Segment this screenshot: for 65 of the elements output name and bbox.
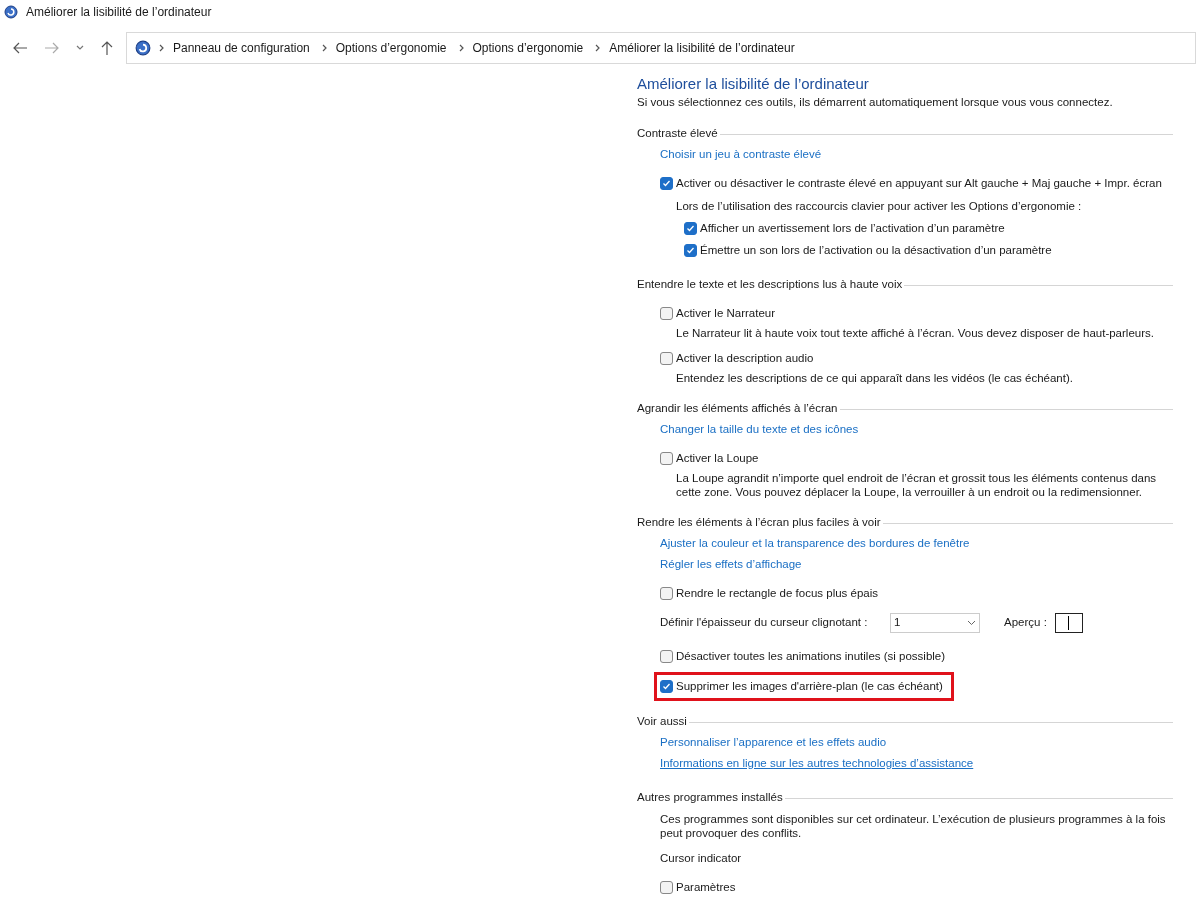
section-heading: Entendre le texte et les descriptions lus à haute voix — [637, 277, 903, 293]
chevron-right-icon — [458, 44, 465, 52]
forward-arrow-icon[interactable] — [44, 41, 60, 55]
chevron-right-icon — [159, 44, 165, 52]
section-heading: Agrandir les éléments affichés à l’écran — [637, 401, 838, 417]
description-text: Le Narrateur lit à haute voix tout texte affiché à l’écran. Vous devez disposer de haut-parleurs. — [676, 326, 1155, 340]
description-text: Entendez les descriptions de ce qui apparaît dans les vidéos (le cas échéant). — [676, 371, 1074, 385]
chevron-down-icon — [967, 620, 976, 626]
link[interactable]: Informations en ligne sur les autres technologies d’assistance — [660, 754, 974, 773]
checkmark-icon — [686, 246, 695, 255]
checkbox[interactable] — [660, 680, 673, 693]
section-heading: Rendre les éléments à l’écran plus faciles à voir — [637, 515, 881, 531]
back-arrow-icon[interactable] — [12, 41, 28, 55]
up-arrow-icon[interactable] — [100, 40, 114, 56]
checkbox-label[interactable]: Émettre un son lors de l’activation ou la désactivation d’un paramètre — [700, 241, 1052, 260]
checkbox-label[interactable]: Activer le Narrateur — [676, 304, 776, 323]
subheading: Cursor indicator — [660, 850, 743, 866]
checkbox[interactable] — [684, 244, 697, 257]
link[interactable]: Personnaliser l’apparence et les effets audio — [660, 733, 887, 752]
chevron-down-icon[interactable] — [76, 45, 84, 51]
address-bar[interactable]: Panneau de configuration Options d’ergonomie Options d’ergonomie Améliorer la lisibilité de l’ordinateur — [126, 32, 1196, 64]
checkbox-label[interactable]: Paramètres — [676, 878, 736, 897]
breadcrumb-item[interactable]: Options d’ergonomie — [335, 39, 447, 57]
page-subtitle: Si vous sélectionnez ces outils, ils démarrent automatiquement lorsque vous vous connectez. — [637, 95, 1114, 110]
checkbox[interactable] — [660, 881, 673, 894]
window-title: Améliorer la lisibilité de l’ordinateur — [26, 4, 212, 21]
link[interactable]: Changer la taille du texte et des icônes — [660, 420, 859, 439]
page-title: Améliorer la lisibilité de l’ordinateur — [637, 74, 870, 94]
dropdown[interactable]: 1 — [890, 613, 980, 633]
breadcrumb-item[interactable]: Options d’ergonomie — [472, 39, 584, 57]
checkmark-icon — [686, 224, 695, 233]
section-heading: Contraste élevé — [637, 126, 718, 142]
checkbox[interactable] — [660, 587, 673, 600]
control-panel-icon — [135, 40, 151, 56]
checkbox-label[interactable]: Activer la description audio — [676, 349, 814, 368]
checkbox-label[interactable]: Afficher un avertissement lors de l’activation d’un paramètre — [700, 219, 1005, 238]
link[interactable]: Régler les effets d’affichage — [660, 555, 802, 574]
checkbox[interactable] — [660, 452, 673, 465]
checkbox[interactable] — [660, 352, 673, 365]
preview-label: Aperçu : — [1004, 615, 1047, 631]
checkbox[interactable] — [684, 222, 697, 235]
body-text: Ces programmes sont disponibles sur cet ordinateur. L’exécution de plusieurs programmes à la fois peut provoquer des conflits. — [660, 812, 1167, 840]
checkmark-icon — [662, 179, 671, 188]
link[interactable]: Choisir un jeu à contraste élevé — [660, 145, 822, 164]
cursor-preview — [1054, 613, 1083, 633]
chevron-right-icon — [321, 44, 328, 52]
checkbox[interactable] — [660, 177, 673, 190]
breadcrumb-item[interactable]: Panneau de configuration — [173, 39, 310, 57]
checkbox-label[interactable]: Activer ou désactiver le contraste élevé en appuyant sur Alt gauche + Maj gauche + Impr. écran — [676, 174, 1162, 193]
control-panel-icon — [4, 5, 18, 19]
checkbox[interactable] — [660, 307, 673, 320]
breadcrumb-item[interactable]: Améliorer la lisibilité de l’ordinateur — [609, 39, 795, 57]
section-heading: Voir aussi — [637, 714, 687, 730]
checkbox[interactable] — [660, 650, 673, 663]
checkbox-label[interactable]: Activer la Loupe — [676, 449, 759, 468]
chevron-right-icon — [595, 44, 602, 52]
checkbox-label[interactable]: Rendre le rectangle de focus plus épais — [676, 584, 878, 603]
description-text: La Loupe agrandit n’importe quel endroit de l’écran et grossit tous les éléments contenus dans cette zone. Vous pouvez déplacer la Loupe, la verrouiller à un endroit ou la redimensionner. — [676, 471, 1158, 499]
checkbox-label[interactable]: Supprimer les images d'arrière-plan (le cas échéant) — [676, 677, 943, 696]
link[interactable]: Ajuster la couleur et la transparence des bordures de fenêtre — [660, 534, 970, 553]
checkmark-icon — [662, 682, 671, 691]
field-label: Définir l'épaisseur du curseur clignotant : — [660, 615, 869, 631]
checkbox-label[interactable]: Désactiver toutes les animations inutiles (si possible) — [676, 647, 946, 666]
section-heading: Autres programmes installés — [637, 790, 783, 806]
note-text: Lors de l’utilisation des raccourcis clavier pour activer les Options d’ergonomie : — [676, 198, 1083, 214]
